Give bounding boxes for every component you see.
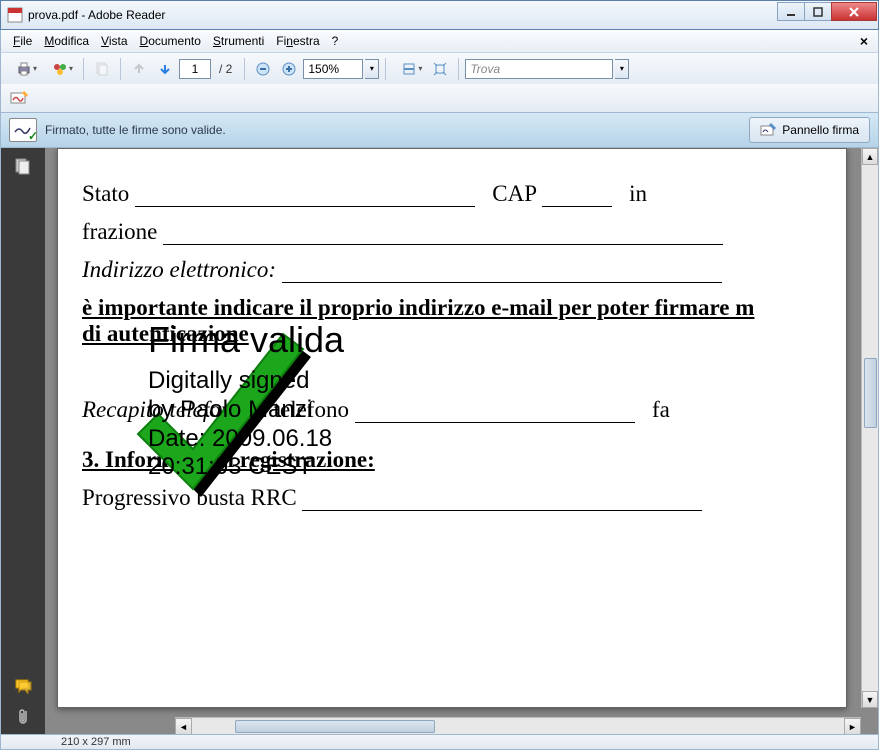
signature-title: Firma valida <box>148 319 468 361</box>
menu-modifica[interactable]: Modifica <box>38 32 95 50</box>
signature-overlay: Firma valida Digitally signed by Paolo M… <box>148 319 468 482</box>
zoom-field[interactable]: 150% <box>303 59 363 79</box>
maximize-button[interactable] <box>804 2 832 21</box>
collaborate-button[interactable] <box>43 57 77 81</box>
signature-line3: Date: 2009.06.18 <box>148 425 332 452</box>
signature-line1: Digitally signed <box>148 367 309 394</box>
zoom-out-button[interactable] <box>251 57 275 81</box>
pages-button[interactable] <box>90 57 114 81</box>
pdf-icon <box>7 7 23 23</box>
find-field[interactable]: Trova <box>465 59 613 79</box>
scroll-right-button[interactable]: ► <box>844 718 861 734</box>
minimize-button[interactable] <box>777 2 805 21</box>
window-controls <box>778 2 877 22</box>
content-area: Stato CAP in frazione Indirizzo elettron… <box>0 148 879 734</box>
stato-label: Stato <box>82 181 129 206</box>
find-dropdown[interactable]: ▾ <box>615 59 629 79</box>
signature-panel-label: Pannello firma <box>782 123 859 137</box>
signature-message: Firmato, tutte le firme sono valide. <box>45 123 749 137</box>
hscroll-thumb[interactable] <box>235 720 435 733</box>
vertical-scrollbar[interactable]: ▲ ▼ <box>861 148 878 708</box>
comments-panel-icon[interactable] <box>12 676 34 696</box>
signature-banner: Firmato, tutte le firme sono valide. Pan… <box>0 112 879 148</box>
horizontal-scrollbar[interactable]: ◄ ► <box>175 717 861 734</box>
fit-width-button[interactable] <box>392 57 426 81</box>
signature-panel-icon <box>760 122 776 138</box>
fit-page-button[interactable] <box>428 57 452 81</box>
scroll-down-button[interactable]: ▼ <box>862 691 878 708</box>
secondary-toolbar <box>0 84 879 112</box>
signature-line2: by Paolo Manzi <box>148 396 312 423</box>
statusbar: 210 x 297 mm <box>0 734 879 750</box>
menu-help[interactable]: ? <box>326 32 345 50</box>
scroll-left-button[interactable]: ◄ <box>175 718 192 734</box>
prev-page-button[interactable] <box>127 57 151 81</box>
menu-strumenti[interactable]: Strumenti <box>207 32 270 50</box>
pdf-page: Stato CAP in frazione Indirizzo elettron… <box>57 148 847 708</box>
vscroll-thumb[interactable] <box>864 358 877 428</box>
frazione-label: frazione <box>82 219 157 244</box>
signature-valid-icon <box>9 118 37 142</box>
attachments-panel-icon[interactable] <box>12 706 34 726</box>
scroll-up-button[interactable]: ▲ <box>862 148 878 165</box>
menu-file[interactable]: File <box>7 32 38 50</box>
page-number-input[interactable] <box>179 59 211 79</box>
in-label: in <box>629 181 647 206</box>
fa-label: fa <box>652 397 670 422</box>
document-viewport[interactable]: Stato CAP in frazione Indirizzo elettron… <box>45 148 878 734</box>
importante-text-1: è importante indicare il proprio indiriz… <box>82 295 754 320</box>
cap-label: CAP <box>492 181 536 206</box>
zoom-in-button[interactable] <box>277 57 301 81</box>
indirizzo-label: Indirizzo elettronico: <box>82 257 276 282</box>
navigation-panel <box>1 148 45 734</box>
menu-vista[interactable]: Vista <box>95 32 133 50</box>
main-toolbar: / 2 150% ▾ Trova ▾ <box>0 52 879 84</box>
pages-panel-icon[interactable] <box>12 156 34 176</box>
titlebar: prova.pdf - Adobe Reader <box>0 0 879 30</box>
sign-button[interactable] <box>7 86 31 110</box>
window-title: prova.pdf - Adobe Reader <box>28 8 878 22</box>
signature-panel-button[interactable]: Pannello firma <box>749 117 870 143</box>
page-size-label: 210 x 297 mm <box>61 736 131 748</box>
close-button[interactable] <box>831 2 877 21</box>
signature-line4: 20:31:03 CEST <box>148 453 312 480</box>
print-button[interactable] <box>7 57 41 81</box>
menu-finestra[interactable]: Finestra <box>270 32 325 50</box>
close-document-button[interactable]: × <box>856 33 872 49</box>
menubar: File Modifica Vista Documento Strumenti … <box>0 30 879 52</box>
zoom-dropdown[interactable]: ▾ <box>365 59 379 79</box>
page-count: / 2 <box>219 62 232 76</box>
next-page-button[interactable] <box>153 57 177 81</box>
menu-documento[interactable]: Documento <box>134 32 207 50</box>
